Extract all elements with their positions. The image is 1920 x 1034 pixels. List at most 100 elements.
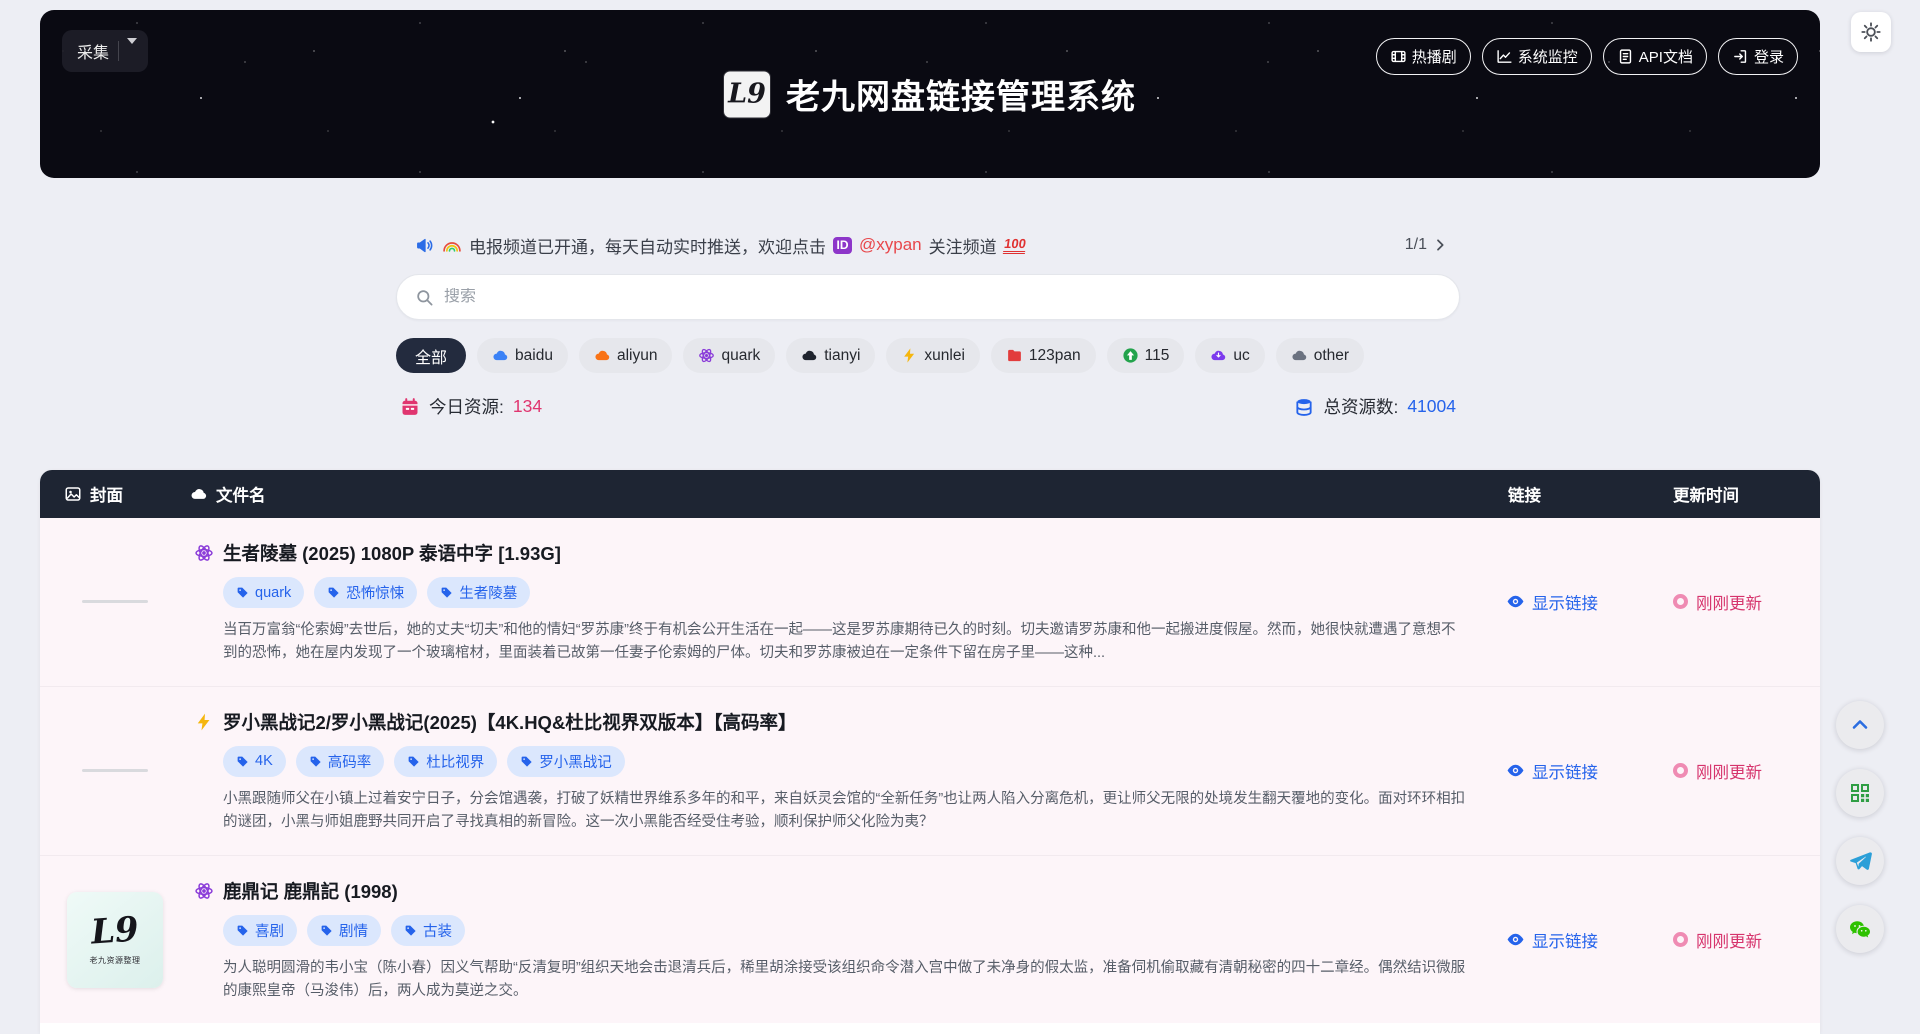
tianyi-cloud-icon	[801, 347, 818, 364]
cloud-icon	[190, 485, 208, 503]
telegram-button[interactable]	[1836, 837, 1884, 885]
total-label: 总资源数:	[1323, 394, 1398, 419]
tag-label: 罗小黑战记	[539, 751, 612, 772]
folder-icon	[1006, 347, 1023, 364]
tag[interactable]: 喜剧	[223, 915, 297, 946]
filter-115[interactable]: 115	[1107, 338, 1185, 373]
resource-title: 罗小黑战记2/罗小黑战记(2025)【4K.HQ&杜比视界双版本】【高码率】	[194, 709, 1466, 735]
filter-uc[interactable]: uc	[1195, 338, 1264, 373]
uc-cloud-icon	[1210, 347, 1227, 364]
file-cell: 鹿鼎记 鹿鼎記 (1998) 喜剧 剧情 古装 为人聪明圆滑的韦小宝（陈小春）因…	[190, 856, 1490, 1024]
nav-api-docs-button[interactable]: API文档	[1603, 38, 1707, 75]
back-to-top-button[interactable]	[1836, 701, 1884, 749]
cover-placeholder	[82, 769, 148, 772]
tag[interactable]: quark	[223, 577, 304, 608]
resource-description: 小黑跟随师父在小镇上过着安宁日子，分会馆遇袭，打破了妖精世界维系多年的和平，来自…	[223, 788, 1466, 834]
tag-icon	[404, 924, 417, 937]
tag[interactable]: 恐怖惊悚	[314, 577, 417, 608]
page-title: 老九网盘链接管理系统	[786, 70, 1136, 119]
search-bar	[396, 274, 1460, 320]
filter-other[interactable]: other	[1276, 338, 1364, 373]
nav-hot-dramas-button[interactable]: 热播剧	[1376, 38, 1471, 75]
tag[interactable]: 生者陵墓	[427, 577, 530, 608]
tag[interactable]: 罗小黑战记	[507, 746, 625, 777]
tag-icon	[407, 755, 420, 768]
header-label: 链接	[1508, 482, 1541, 506]
total-resources-stat: 总资源数: 41004	[1294, 394, 1456, 419]
chip-label: 115	[1145, 347, 1170, 365]
collect-dropdown-toggle[interactable]	[119, 32, 148, 71]
tag[interactable]: 4K	[223, 746, 286, 777]
filter-tianyi[interactable]: tianyi	[786, 338, 875, 373]
status-dot-icon	[1673, 763, 1688, 778]
filter-aliyun[interactable]: aliyun	[579, 338, 673, 373]
title-text: 生者陵墓 (2025) 1080P 泰语中字 [1.93G]	[223, 540, 561, 566]
wechat-icon	[1848, 917, 1872, 941]
table-row[interactable]: L9 老九资源整理 鹿鼎记 鹿鼎記 (1998) 喜剧 剧情 古装 为人聪明圆滑…	[40, 855, 1820, 1024]
header-label: 文件名	[216, 482, 266, 506]
pagination-label: 1/1	[1405, 236, 1427, 254]
telegram-mention-link[interactable]: @xypan	[859, 235, 922, 255]
qrcode-button[interactable]	[1836, 769, 1884, 817]
document-icon	[1617, 48, 1634, 65]
center-column: 电报频道已开通，每天自动实时推送，欢迎点击 ID @xypan 关注频道 100…	[396, 230, 1460, 419]
tag[interactable]: 杜比视界	[394, 746, 497, 777]
hundred-points-icon: 100	[1002, 237, 1026, 254]
megaphone-icon	[414, 235, 435, 256]
collect-split-button[interactable]: 采集	[62, 30, 148, 72]
updated-label: 刚刚更新	[1696, 590, 1762, 614]
chip-label: 123pan	[1029, 347, 1081, 365]
filter-baidu[interactable]: baidu	[477, 338, 568, 373]
header-nav: 热播剧 系统监控 API文档 登录	[1376, 38, 1798, 75]
film-icon	[1390, 48, 1407, 65]
chevron-up-icon	[1848, 713, 1872, 737]
tag-label: 生者陵墓	[459, 582, 517, 603]
announcement-text-suffix: 关注频道	[929, 233, 997, 258]
show-link-button[interactable]: 显示链接	[1490, 856, 1645, 1024]
image-icon	[64, 485, 82, 503]
nav-label: API文档	[1639, 46, 1693, 67]
stats-row: 今日资源: 134 总资源数: 41004	[396, 394, 1460, 419]
tag[interactable]: 古装	[391, 915, 465, 946]
chart-line-icon	[1496, 48, 1513, 65]
tag[interactable]: 高码率	[296, 746, 385, 777]
nav-label: 系统监控	[1518, 46, 1578, 67]
tag-label: 4K	[255, 753, 273, 769]
show-link-button[interactable]: 显示链接	[1490, 687, 1645, 855]
table-row[interactable]: 罗小黑战记2/罗小黑战记(2025)【4K.HQ&杜比视界双版本】【高码率】 4…	[40, 686, 1820, 855]
column-header-filename: 文件名	[190, 482, 1490, 506]
header-banner: 采集 L9 老九网盘链接管理系统 热播剧 系统监控 API文档 登录	[40, 10, 1820, 178]
tag-label: 剧情	[339, 920, 368, 941]
chip-label: aliyun	[617, 347, 658, 365]
updated-cell: 刚刚更新	[1645, 687, 1820, 855]
wechat-button[interactable]	[1836, 905, 1884, 953]
quark-atom-icon	[194, 881, 214, 901]
theme-toggle-button[interactable]	[1851, 12, 1891, 52]
sun-icon	[1860, 21, 1882, 43]
today-value: 134	[513, 396, 542, 417]
total-value: 41004	[1407, 396, 1456, 417]
nav-system-monitor-button[interactable]: 系统监控	[1482, 38, 1592, 75]
filter-all[interactable]: 全部	[396, 338, 466, 373]
filter-123pan[interactable]: 123pan	[991, 338, 1096, 373]
filter-quark[interactable]: quark	[683, 338, 775, 373]
tag-icon	[236, 586, 249, 599]
chevron-right-icon[interactable]	[1432, 237, 1448, 253]
filter-xunlei[interactable]: xunlei	[886, 338, 980, 373]
search-input[interactable]	[444, 288, 1441, 306]
show-link-button[interactable]: 显示链接	[1490, 518, 1645, 686]
table-row[interactable]: 生者陵墓 (2025) 1080P 泰语中字 [1.93G] quark 恐怖惊…	[40, 518, 1820, 686]
nav-login-button[interactable]: 登录	[1718, 38, 1798, 75]
updated-cell: 刚刚更新	[1645, 518, 1820, 686]
chip-label: other	[1314, 347, 1349, 365]
collect-button-label[interactable]: 采集	[62, 30, 118, 72]
title-text: 罗小黑战记2/罗小黑战记(2025)【4K.HQ&杜比视界双版本】【高码率】	[223, 709, 797, 735]
tag-list: 喜剧 剧情 古装	[223, 915, 1466, 946]
caret-down-icon	[127, 38, 137, 61]
tag[interactable]: 剧情	[307, 915, 381, 946]
calendar-icon	[400, 397, 420, 417]
table-header: 封面 文件名 链接 更新时间	[40, 470, 1820, 518]
cover-image: L9 老九资源整理	[67, 892, 163, 988]
show-link-label: 显示链接	[1532, 928, 1598, 952]
telegram-icon	[1848, 849, 1872, 873]
